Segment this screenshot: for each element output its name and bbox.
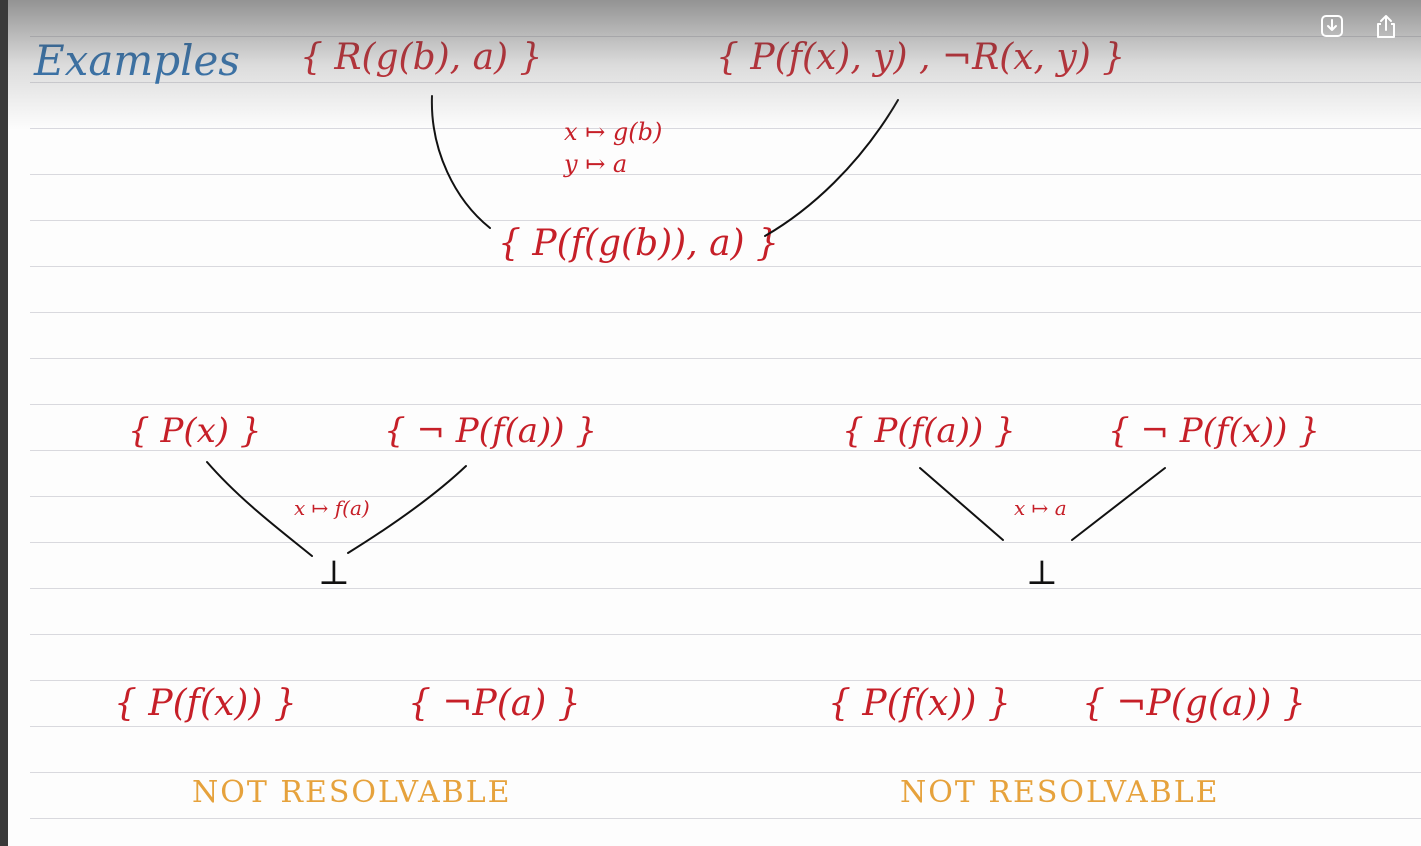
resolution-line-right [347,465,467,554]
resolution-strokes [206,95,1166,557]
resolution-arc-left [430,95,491,229]
download-icon[interactable] [1318,12,1346,40]
resolution-arc-right [764,99,899,237]
window-edge [0,0,8,846]
resolution-line-left [206,461,313,557]
resolution-line-right [1071,467,1166,541]
resolution-line-left [919,467,1004,541]
share-icon[interactable] [1372,12,1400,40]
notebook-page: Examples { R(g(b), a) } { P(f(x), y) , ¬… [0,0,1421,846]
